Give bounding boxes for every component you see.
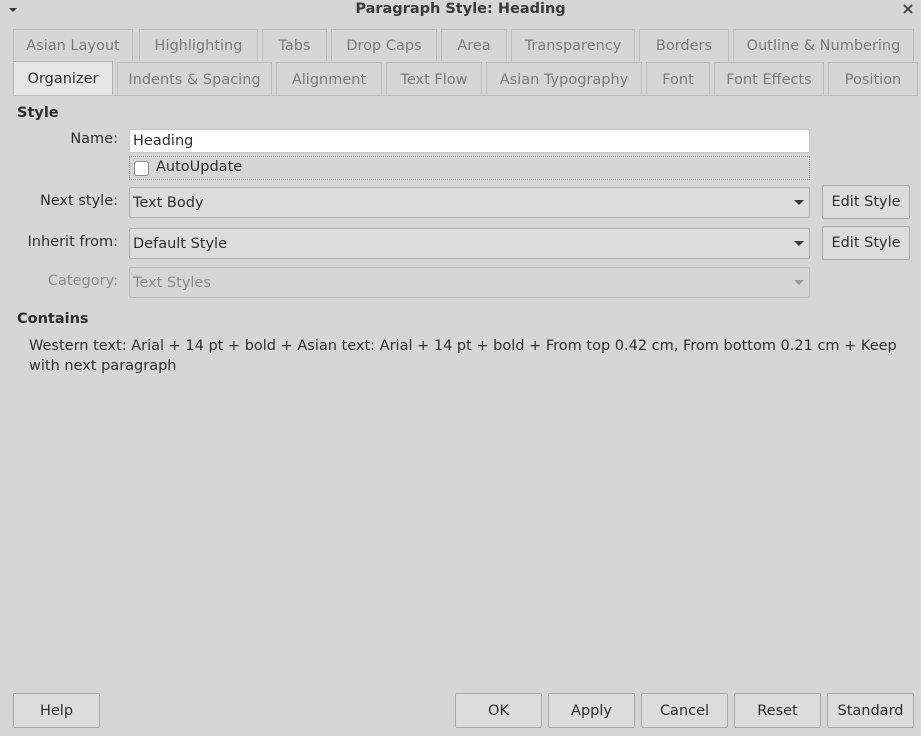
title-bar: Paragraph Style: Heading: [0, 0, 921, 22]
tab-transparency[interactable]: Transparency: [511, 29, 635, 61]
chevron-down-icon: [794, 241, 804, 246]
tab-outline-numbering[interactable]: Outline & Numbering: [733, 29, 914, 61]
chevron-down-icon: [794, 200, 804, 205]
close-icon[interactable]: [901, 2, 915, 16]
inherit-from-dropdown[interactable]: Default Style: [129, 228, 810, 259]
chevron-down-icon: [794, 280, 804, 285]
edit-style-button-next[interactable]: Edit Style: [822, 185, 910, 219]
inherit-from-label: Inherit from:: [27, 234, 119, 250]
tab-divider: [13, 95, 918, 96]
name-label: Name:: [70, 131, 118, 147]
category-dropdown: Text Styles: [129, 267, 810, 298]
ok-button[interactable]: OK: [455, 693, 542, 728]
inherit-from-value: Default Style: [133, 235, 228, 252]
standard-button[interactable]: Standard: [827, 693, 914, 728]
name-input[interactable]: [129, 129, 810, 153]
category-value: Text Styles: [133, 274, 211, 291]
tab-organizer[interactable]: Organizer: [13, 61, 113, 95]
window-title: Paragraph Style: Heading: [355, 1, 566, 17]
contains-description: Western text: Arial + 14 pt + bold + Asi…: [29, 338, 897, 374]
category-label: Category:: [47, 273, 118, 289]
tab-alignment[interactable]: Alignment: [276, 62, 382, 96]
style-section-heading: Style: [17, 105, 59, 121]
tab-tabs[interactable]: Tabs: [262, 29, 327, 61]
autoupdate-label: AutoUpdate: [156, 159, 243, 175]
tab-area[interactable]: Area: [441, 29, 507, 61]
tab-font-effects[interactable]: Font Effects: [714, 62, 824, 96]
tab-highlighting[interactable]: Highlighting: [139, 29, 258, 61]
autoupdate-checkbox[interactable]: [134, 161, 149, 176]
edit-style-button-inherit[interactable]: Edit Style: [822, 226, 910, 260]
tab-text-flow[interactable]: Text Flow: [386, 62, 482, 96]
contains-section-heading: Contains: [17, 311, 89, 327]
tab-asian-layout[interactable]: Asian Layout: [13, 29, 133, 61]
tab-indents-spacing[interactable]: Indents & Spacing: [117, 62, 272, 96]
next-style-value: Text Body: [133, 194, 204, 211]
cancel-button[interactable]: Cancel: [641, 693, 728, 728]
tab-position[interactable]: Position: [828, 62, 918, 96]
tab-drop-caps[interactable]: Drop Caps: [331, 29, 437, 61]
help-button[interactable]: Help: [13, 693, 100, 728]
tab-asian-typography[interactable]: Asian Typography: [486, 62, 642, 96]
next-style-dropdown[interactable]: Text Body: [129, 187, 810, 218]
tab-font[interactable]: Font: [646, 62, 710, 96]
apply-button[interactable]: Apply: [548, 693, 635, 728]
next-style-label: Next style:: [39, 193, 118, 209]
tab-borders[interactable]: Borders: [639, 29, 729, 61]
reset-button[interactable]: Reset: [734, 693, 821, 728]
